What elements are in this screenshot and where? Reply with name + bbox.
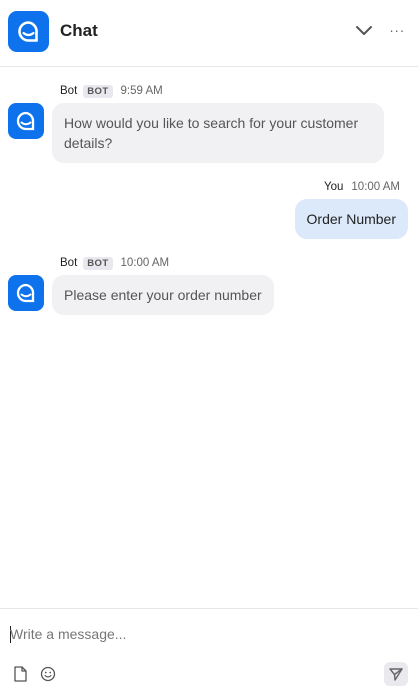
- sender-name: Bot: [60, 257, 78, 269]
- message-meta: Bot BOT 9:59 AM: [60, 85, 163, 98]
- bot-badge: BOT: [83, 257, 113, 270]
- more-options-button[interactable]: ···: [388, 18, 406, 42]
- chat-header: Chat ···: [0, 0, 418, 67]
- user-message-bubble: Order Number: [294, 199, 408, 239]
- send-icon: [389, 668, 403, 681]
- message-meta: Bot BOT 10:00 AM: [60, 257, 169, 270]
- bot-logo-icon: [8, 11, 49, 52]
- send-button[interactable]: [384, 662, 408, 686]
- bot-message-bubble: How would you like to search for your cu…: [52, 103, 384, 163]
- message-composer: [0, 608, 418, 690]
- message-input[interactable]: [10, 623, 400, 645]
- attach-file-icon[interactable]: [11, 665, 29, 683]
- bot-avatar-icon: [8, 275, 44, 311]
- bot-avatar-icon: [8, 103, 44, 139]
- chat-title: Chat: [60, 21, 98, 40]
- emoji-icon[interactable]: [39, 665, 57, 683]
- bot-message-bubble: Please enter your order number: [52, 275, 274, 315]
- message-time: 10:00 AM: [120, 257, 170, 269]
- message-time: 10:00 AM: [351, 181, 400, 193]
- sender-name: You: [324, 181, 344, 193]
- chevron-down-icon[interactable]: [352, 20, 376, 42]
- message-time: 9:59 AM: [120, 85, 163, 97]
- sender-name: Bot: [60, 85, 78, 97]
- message-meta: You 10:00 AM: [324, 181, 400, 193]
- bot-badge: BOT: [83, 85, 113, 98]
